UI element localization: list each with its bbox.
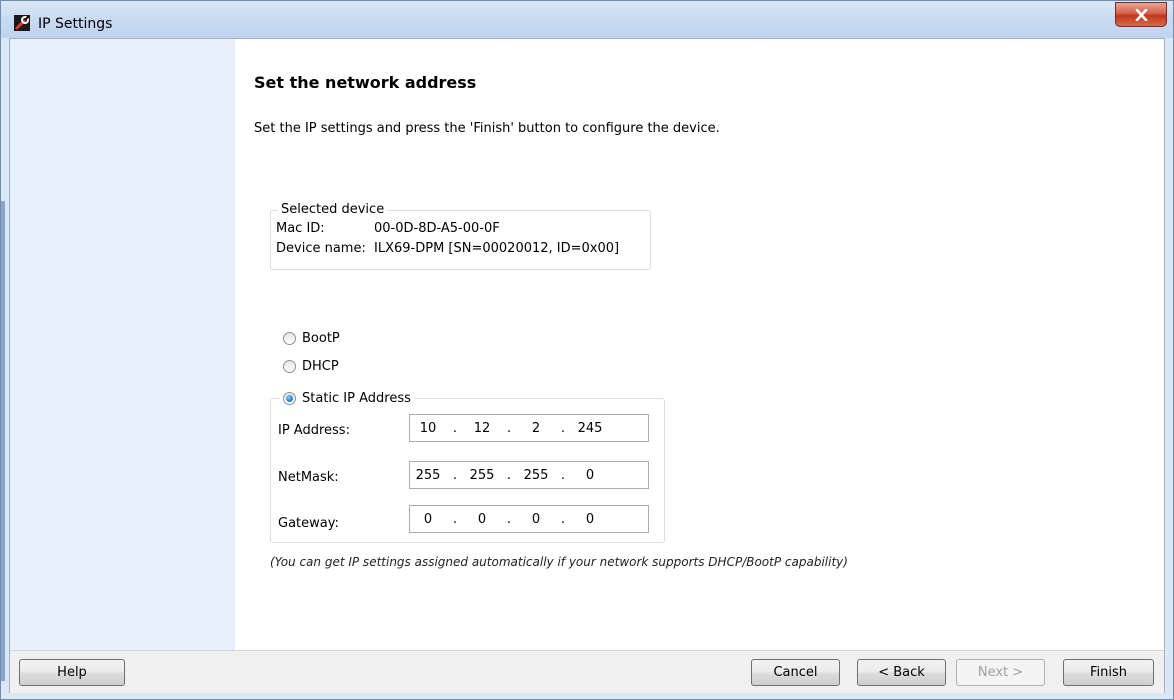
close-button[interactable] — [1115, 2, 1167, 27]
device-name-value: ILX69-DPM [SN=00020012, ID=0x00] — [374, 241, 620, 256]
dialog-client: Set the network address Set the IP setti… — [9, 38, 1165, 693]
radio-static-ip-circle[interactable] — [283, 391, 296, 405]
mac-id-label: Mac ID: — [276, 221, 325, 236]
netmask-separator: . — [506, 467, 512, 483]
wrench-icon — [14, 15, 30, 31]
gateway-octet[interactable]: 0 — [464, 512, 500, 527]
gateway-separator: . — [452, 511, 458, 527]
page-title: Set the network address — [254, 73, 477, 92]
netmask-separator: . — [452, 467, 458, 483]
wizard-sidebar — [10, 39, 235, 650]
gateway-label: Gateway: — [278, 516, 339, 531]
window-edge — [1, 201, 5, 681]
radio-static-ip[interactable]: Static IP Address — [280, 389, 414, 407]
netmask-separator: . — [560, 467, 566, 483]
radio-static-ip-label: Static IP Address — [302, 390, 411, 406]
ip-octet[interactable]: 10 — [410, 421, 446, 436]
close-icon — [1135, 9, 1148, 21]
button-bar: Help Cancel < Back Next > Finish — [10, 650, 1164, 693]
netmask-octet[interactable]: 255 — [410, 468, 446, 483]
ip-octet[interactable]: 12 — [464, 421, 500, 436]
static-ip-group: Static IP Address IP Address: 10 . 12 . … — [270, 389, 665, 543]
ip-octet[interactable]: 2 — [518, 421, 554, 436]
ip-settings-window: IP Settings Set the network address Set … — [0, 0, 1174, 700]
selected-device-legend: Selected device — [278, 202, 388, 217]
netmask-input[interactable]: 255 . 255 . 255 . 0 — [409, 461, 649, 489]
device-name-label: Device name: — [276, 241, 366, 256]
wizard-content: Set the network address Set the IP setti… — [235, 39, 1164, 650]
finish-button[interactable]: Finish — [1063, 659, 1154, 686]
ip-octet[interactable]: 245 — [572, 421, 608, 436]
ip-address-input[interactable]: 10 . 12 . 2 . 245 — [409, 414, 649, 442]
netmask-label: NetMask: — [278, 470, 339, 485]
netmask-octet[interactable]: 255 — [464, 468, 500, 483]
ip-separator: . — [506, 420, 512, 436]
help-button[interactable]: Help — [19, 659, 125, 686]
window-title: IP Settings — [38, 16, 113, 32]
netmask-octet[interactable]: 0 — [572, 468, 608, 483]
cancel-button[interactable]: Cancel — [751, 659, 840, 686]
ip-address-label: IP Address: — [278, 423, 350, 438]
gateway-octet[interactable]: 0 — [518, 512, 554, 527]
selected-device-group: Selected device Mac ID: 00-0D-8D-A5-00-0… — [270, 202, 651, 270]
next-button[interactable]: Next > — [956, 659, 1045, 686]
back-button[interactable]: < Back — [857, 659, 946, 686]
dhcp-hint-text: (You can get IP settings assigned automa… — [270, 555, 848, 569]
title-bar[interactable]: IP Settings — [1, 1, 1173, 38]
radio-dhcp-circle[interactable] — [283, 359, 296, 373]
ip-separator: . — [560, 420, 566, 436]
radio-bootp-label: BootP — [302, 330, 340, 346]
gateway-octet[interactable]: 0 — [410, 512, 446, 527]
mac-id-value: 00-0D-8D-A5-00-0F — [374, 221, 500, 236]
gateway-octet[interactable]: 0 — [572, 512, 608, 527]
gateway-input[interactable]: 0 . 0 . 0 . 0 — [409, 505, 649, 533]
radio-bootp-circle[interactable] — [283, 331, 296, 345]
ip-separator: . — [452, 420, 458, 436]
radio-dhcp-label: DHCP — [302, 358, 339, 374]
netmask-octet[interactable]: 255 — [518, 468, 554, 483]
radio-bootp[interactable]: BootP — [283, 329, 340, 347]
gateway-separator: . — [560, 511, 566, 527]
page-description: Set the IP settings and press the 'Finis… — [254, 121, 720, 136]
gateway-separator: . — [506, 511, 512, 527]
radio-dhcp[interactable]: DHCP — [283, 357, 339, 375]
